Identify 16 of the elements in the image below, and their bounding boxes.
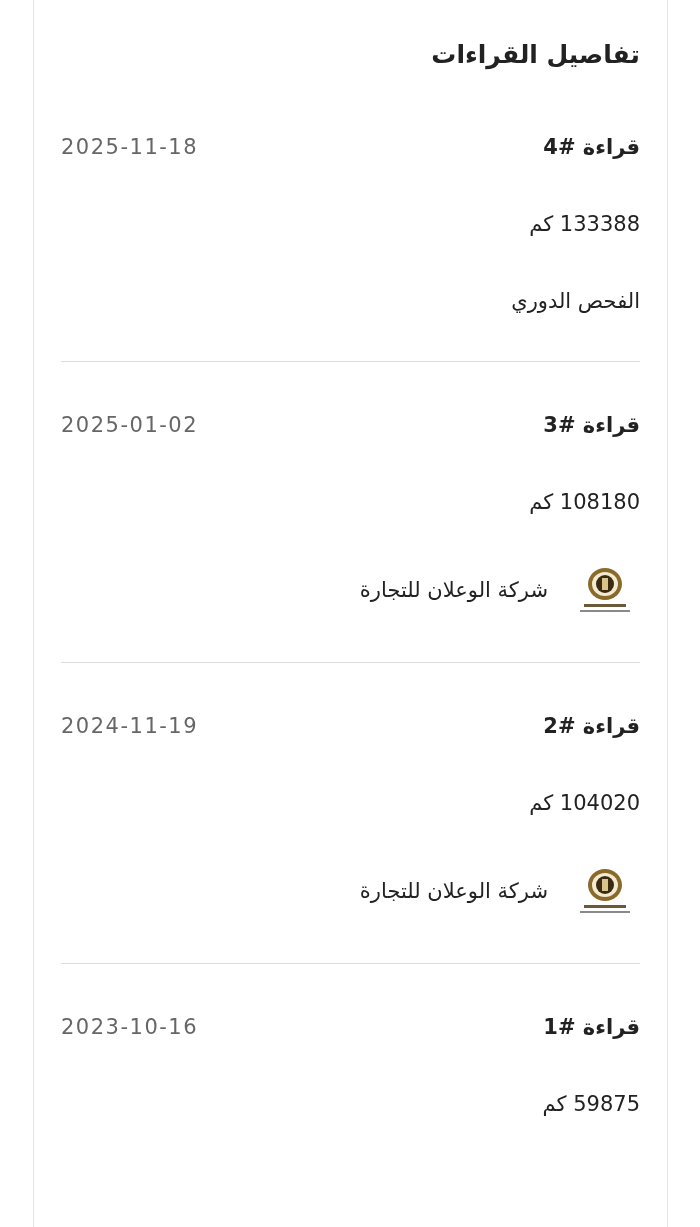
reading-source: شركة الوعلان للتجارة	[359, 578, 548, 602]
section-title: تفاصيل القراءات	[431, 39, 640, 72]
reading-source: الفحص الدوري	[511, 288, 640, 313]
odometer-reading: 133388 كم	[529, 211, 640, 236]
reading-date: 2025-01-02	[61, 412, 199, 437]
reading-title: قراءة #4	[543, 134, 640, 159]
odometer-reading: 104020 كم	[529, 790, 640, 815]
reading-title: قراءة #1	[543, 1014, 640, 1039]
reading-title: قراءة #2	[543, 713, 640, 738]
reading-date: 2024-11-19	[61, 713, 199, 738]
reading-date: 2023-10-16	[61, 1014, 199, 1039]
reading-source: شركة الوعلان للتجارة	[359, 879, 548, 903]
odometer-reading: 59875 كم	[542, 1091, 640, 1116]
reading-date: 2025-11-18	[61, 134, 199, 159]
reading-title: قراءة #3	[543, 412, 640, 437]
odometer-reading: 108180 كم	[529, 489, 640, 514]
